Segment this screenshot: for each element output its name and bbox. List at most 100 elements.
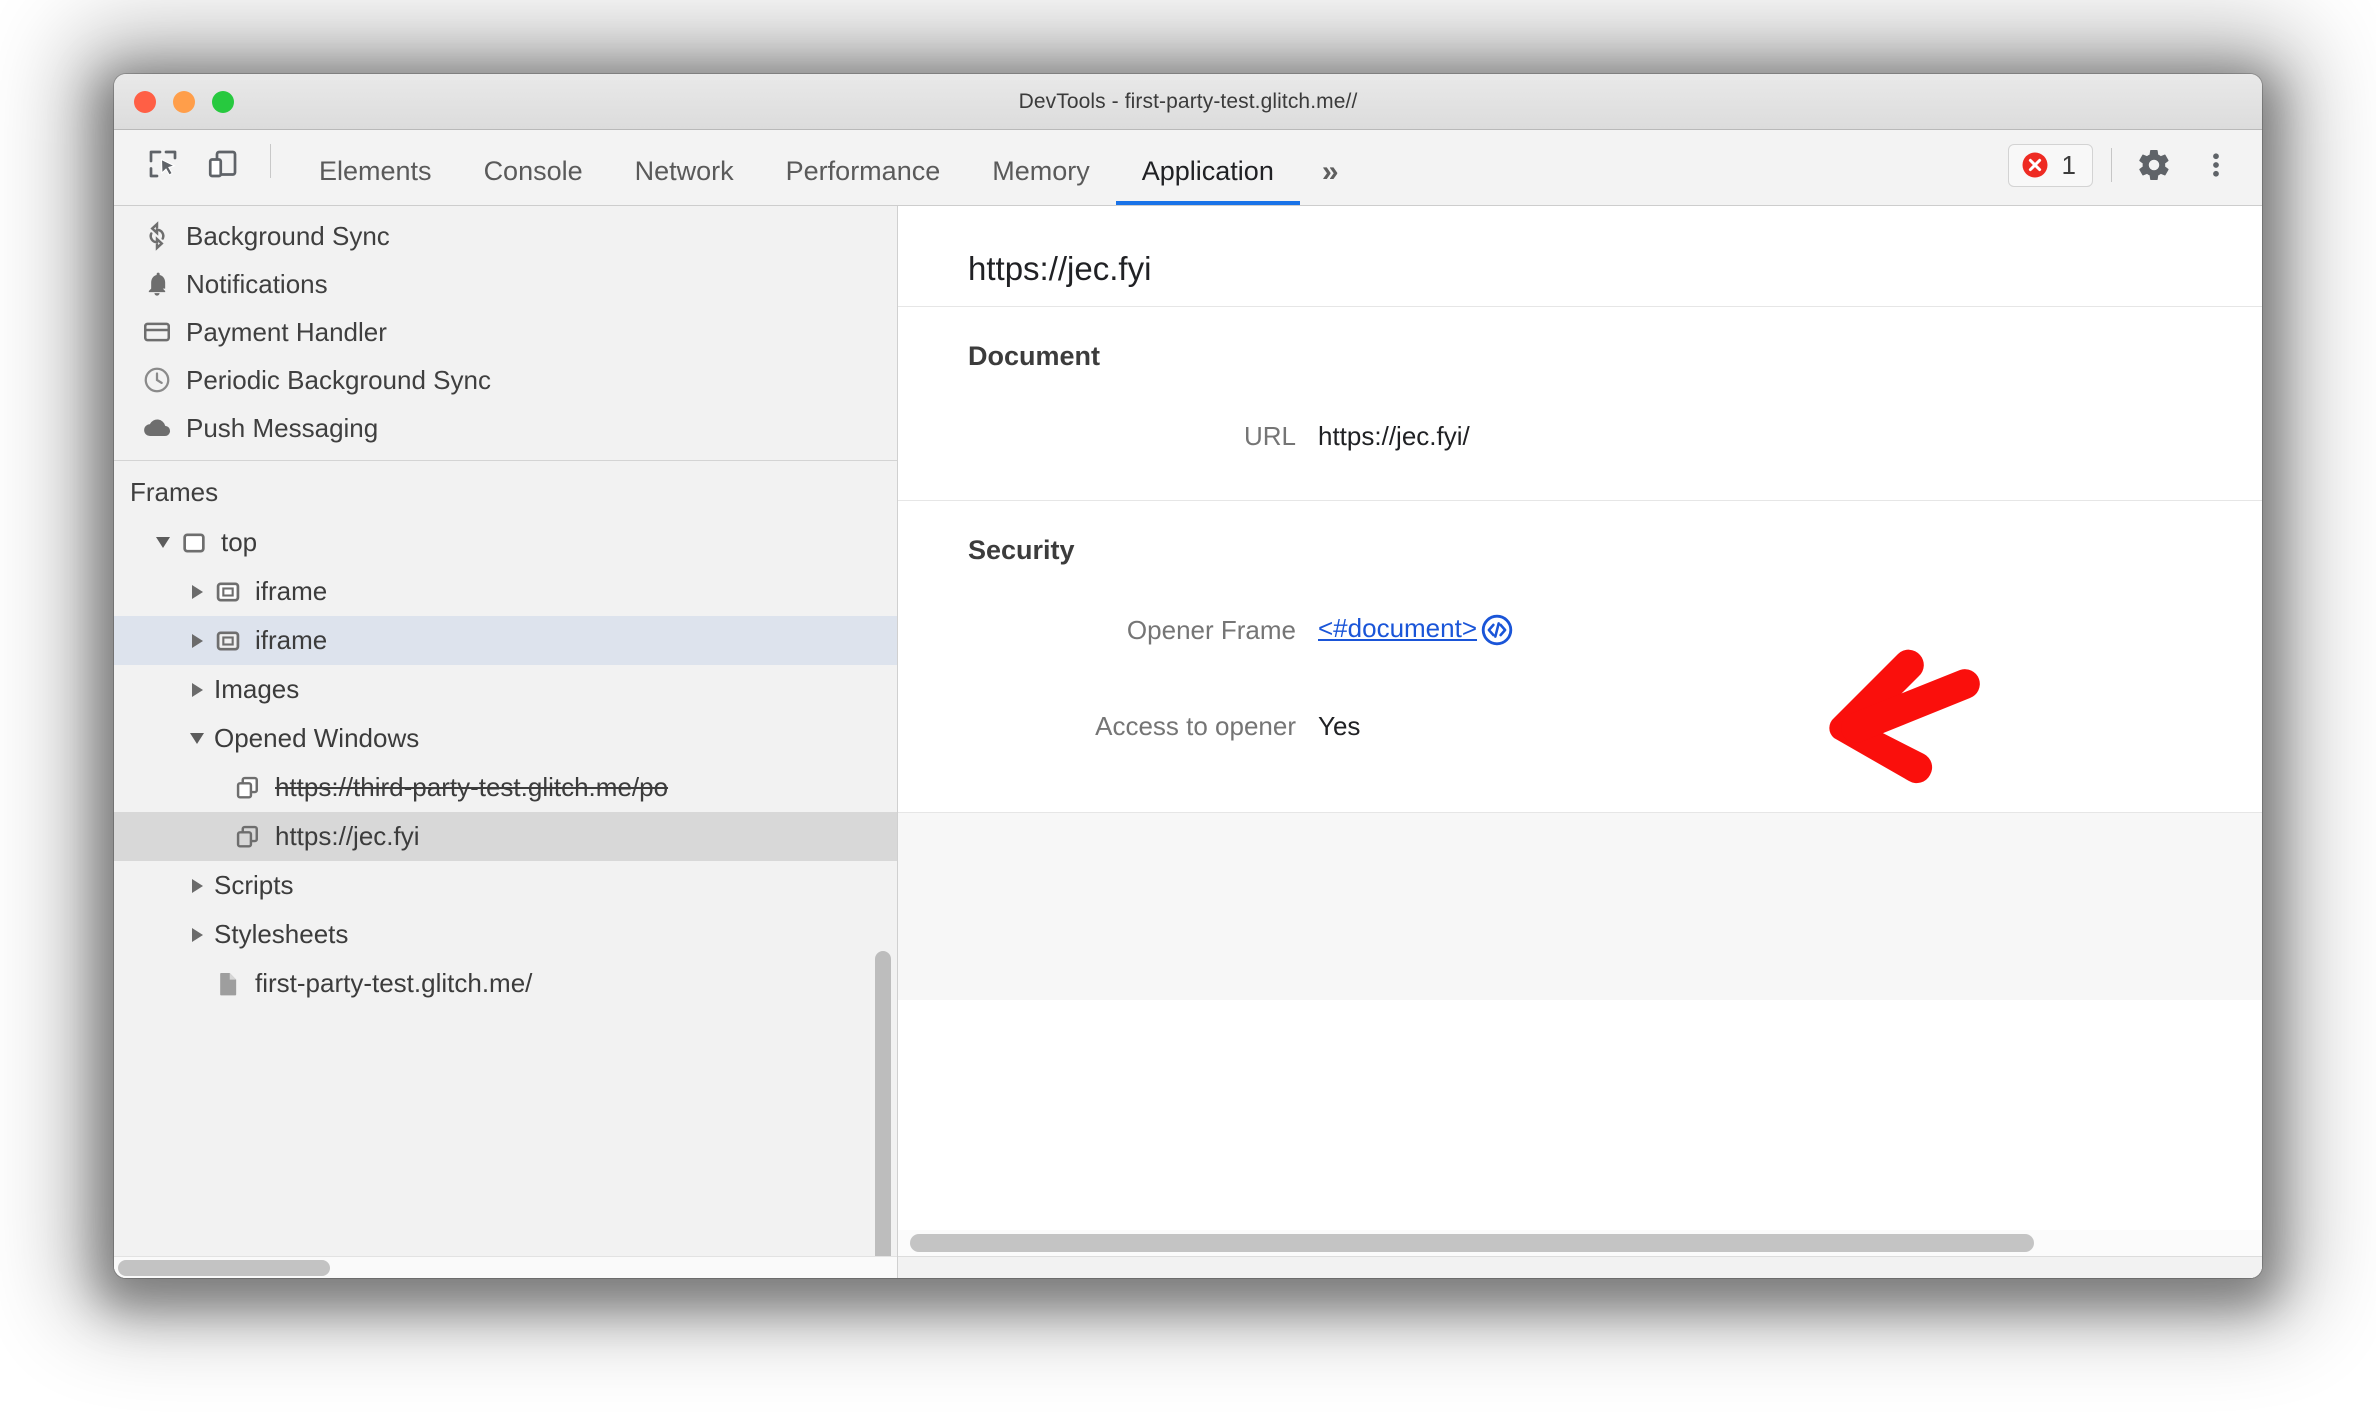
security-section: Security Opener Frame <#document> Access…: [898, 501, 2262, 812]
screenshot-root: DevTools - first-party-test.glitch.me// …: [0, 0, 2376, 1426]
sidebar-scroll-area: Background Sync Notifications Payment Ha…: [114, 206, 897, 1256]
row-url-key: URL: [1243, 420, 1296, 451]
tree-item-label: iframe: [255, 576, 328, 606]
sidebar-item-label: Notifications: [186, 268, 328, 299]
sidebar-item-label: Push Messaging: [186, 412, 379, 443]
tree-item-label: https://jec.fyi: [275, 821, 420, 851]
tree-item-label: top: [221, 527, 258, 557]
sidebar-item-label: Payment Handler: [186, 316, 387, 347]
tree-item-label: Opened Windows: [214, 723, 420, 753]
tree-item-iframe-1[interactable]: iframe: [114, 567, 897, 616]
devtools-content: Background Sync Notifications Payment Ha…: [114, 206, 2262, 1278]
three-dot-menu-icon[interactable]: [2192, 143, 2240, 187]
sidebar-item-periodic-background-sync[interactable]: Periodic Background Sync: [114, 356, 897, 404]
empty-panel-area: [898, 812, 2262, 1000]
clock-icon: [136, 365, 178, 395]
window-icon: [230, 823, 266, 851]
document-icon: [210, 969, 246, 999]
device-toolbar-icon[interactable]: [198, 141, 248, 187]
tree-item-opened-windows[interactable]: Opened Windows: [114, 714, 897, 763]
credit-card-icon: [136, 317, 178, 347]
tree-item-stylesheets[interactable]: Stylesheets: [114, 910, 897, 959]
inspect-element-icon[interactable]: [138, 141, 188, 187]
frame-details-scroll-area: https://jec.fyi Document URL https://jec…: [898, 206, 2262, 1278]
error-badge[interactable]: 1: [2007, 143, 2093, 187]
chevron-right-icon[interactable]: [184, 682, 210, 697]
chevron-down-icon[interactable]: [184, 733, 210, 744]
chevron-down-icon[interactable]: [150, 537, 176, 548]
toolbar-right-icons: 1: [2007, 143, 2262, 205]
chevron-right-icon[interactable]: [184, 878, 210, 893]
cloud-icon: [136, 413, 178, 443]
tree-item-label: first-party-test.glitch.me/: [255, 968, 533, 998]
window-title: DevTools - first-party-test.glitch.me//: [1018, 90, 1358, 113]
frame-details-panel: https://jec.fyi Document URL https://jec…: [898, 206, 2262, 1278]
row-access-to-opener-value: Yes: [1318, 710, 1361, 741]
tree-item-label: https://third-party-test.glitch.me/po: [275, 772, 669, 802]
tree-item-top[interactable]: top: [114, 518, 897, 567]
sidebar-vertical-scrollbar[interactable]: [875, 951, 891, 1278]
error-count: 1: [2061, 149, 2076, 180]
frames-section-header: Frames: [130, 477, 219, 507]
tree-item-scripts[interactable]: Scripts: [114, 861, 897, 910]
opener-frame-link[interactable]: <#document>: [1318, 613, 1477, 643]
window-titlebar: DevTools - first-party-test.glitch.me//: [114, 74, 2262, 130]
row-access-to-opener-key: Access to opener: [1095, 710, 1296, 741]
sidebar-item-background-sync[interactable]: Background Sync: [114, 212, 897, 260]
window-icon: [230, 774, 266, 802]
toolbar-left-icons: [114, 141, 293, 205]
main-horizontal-scrollbar-track: [898, 1230, 2262, 1256]
section-title-document: Document: [968, 341, 1101, 371]
tree-item-opened-window-jec-fyi[interactable]: https://jec.fyi: [114, 812, 897, 861]
tab-network[interactable]: Network: [609, 158, 760, 205]
chevron-right-icon[interactable]: [184, 633, 210, 648]
bell-icon: [136, 269, 178, 299]
chevron-right-icon[interactable]: [184, 927, 210, 942]
tree-item-iframe-2[interactable]: iframe: [114, 616, 897, 665]
sidebar-item-label: Background Sync: [186, 220, 390, 251]
page-title: https://jec.fyi: [968, 250, 1152, 287]
application-sidebar: Background Sync Notifications Payment Ha…: [114, 206, 898, 1278]
sidebar-horizontal-scrollbar[interactable]: [118, 1260, 330, 1276]
chevron-right-icon[interactable]: [184, 584, 210, 599]
tree-item-label: Scripts: [214, 870, 294, 900]
sidebar-item-push-messaging[interactable]: Push Messaging: [114, 404, 897, 452]
row-opener-frame-key: Opener Frame: [1126, 614, 1296, 645]
row-opener-frame-value: <#document>: [1318, 612, 1515, 648]
tree-item-label: Stylesheets: [214, 919, 349, 949]
gear-icon[interactable]: [2130, 143, 2178, 187]
row-url-value: https://jec.fyi/: [1318, 420, 1470, 451]
error-circle-icon: [2022, 152, 2048, 178]
iframe-icon: [210, 627, 246, 655]
tree-item-opened-window-third-party[interactable]: https://third-party-test.glitch.me/po: [114, 763, 897, 812]
sync-icon: [136, 221, 178, 251]
panel-tabs: Elements Console Network Performance Mem…: [293, 130, 1357, 205]
document-section: Document URL https://jec.fyi/: [898, 307, 2262, 500]
tree-item-first-party-document[interactable]: first-party-test.glitch.me/: [114, 959, 897, 1008]
tab-elements[interactable]: Elements: [293, 158, 458, 205]
toolbar-right-separator: [2111, 148, 2112, 182]
code-icon[interactable]: [1479, 612, 1515, 648]
tab-console[interactable]: Console: [458, 158, 609, 205]
tab-application[interactable]: Application: [1115, 158, 1300, 205]
sidebar-item-label: Periodic Background Sync: [186, 364, 491, 395]
toolbar-separator: [270, 144, 271, 178]
row-url: URL https://jec.fyi/: [898, 406, 2262, 466]
tree-item-label: iframe: [255, 625, 328, 655]
main-panel-footer: [898, 1256, 2262, 1278]
more-tabs-icon[interactable]: »: [1300, 157, 1357, 205]
devtools-window: DevTools - first-party-test.glitch.me// …: [114, 74, 2262, 1278]
row-opener-frame: Opener Frame <#document>: [898, 600, 2262, 660]
tab-memory[interactable]: Memory: [966, 158, 1116, 205]
sidebar-item-payment-handler[interactable]: Payment Handler: [114, 308, 897, 356]
devtools-toolbar: Elements Console Network Performance Mem…: [114, 130, 2262, 206]
tab-performance[interactable]: Performance: [760, 158, 967, 205]
row-access-to-opener: Access to opener Yes: [898, 696, 2262, 756]
tree-item-images[interactable]: Images: [114, 665, 897, 714]
tree-item-label: Images: [214, 674, 300, 704]
sidebar-item-notifications[interactable]: Notifications: [114, 260, 897, 308]
section-title-security: Security: [968, 535, 1075, 565]
main-horizontal-scrollbar[interactable]: [910, 1234, 2034, 1252]
frame-icon: [176, 529, 212, 557]
iframe-icon: [210, 578, 246, 606]
